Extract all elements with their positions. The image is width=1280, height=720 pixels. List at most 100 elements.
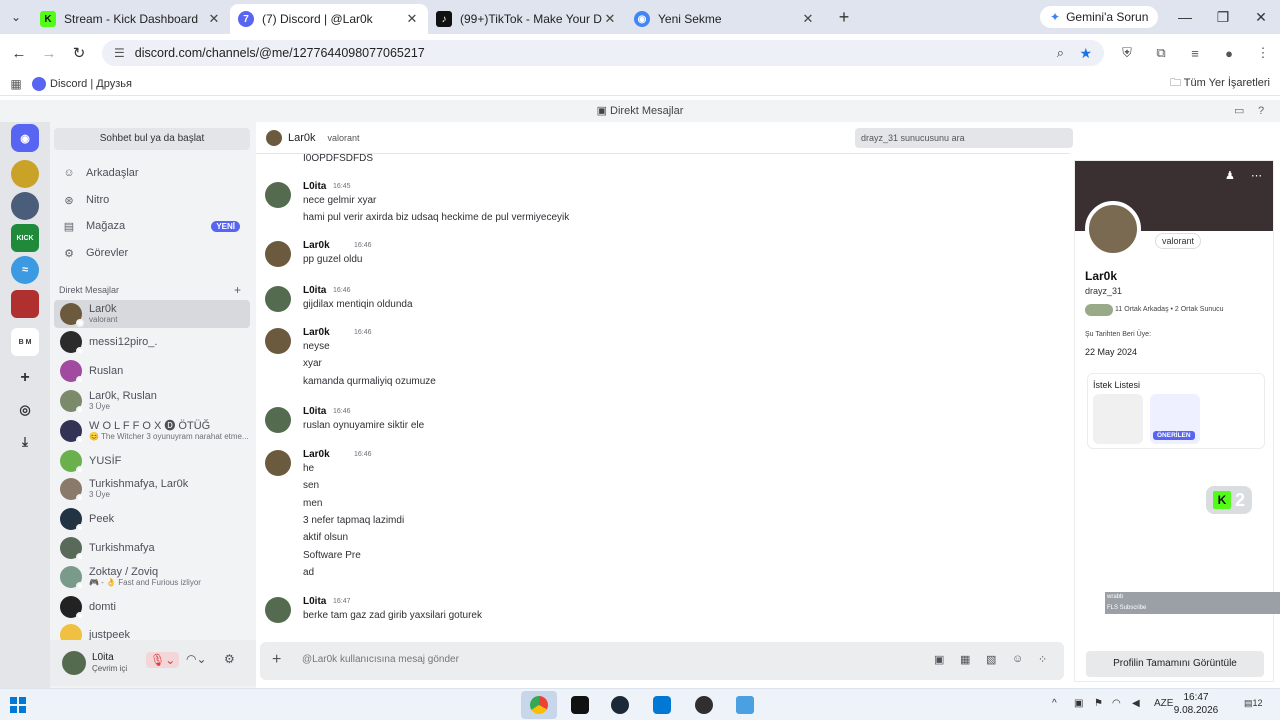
message-author[interactable]: L0ita [303, 285, 326, 296]
new-tab-button[interactable]: + [832, 7, 856, 28]
server-icon[interactable] [11, 192, 39, 220]
sticker-icon[interactable]: ▧ [986, 653, 996, 666]
bookmark-discord[interactable]: Discord | Друзья [32, 76, 132, 91]
avatar[interactable] [62, 651, 86, 675]
minimize-button[interactable]: — [1166, 0, 1204, 34]
close-tab-icon[interactable]: ✕ [800, 11, 816, 27]
zoom-icon[interactable]: ⌕ [1057, 45, 1064, 61]
wishlist-item[interactable] [1093, 394, 1143, 444]
download-icon[interactable]: ⤓ [11, 428, 39, 456]
apps-icon[interactable]: ▦ [0, 77, 32, 91]
tray-chevron-icon[interactable]: ^ [1052, 698, 1057, 709]
add-server-icon[interactable]: + [11, 364, 39, 392]
avatar[interactable] [265, 241, 291, 267]
bookmark-star-icon[interactable]: ★ [1079, 45, 1092, 62]
avatar[interactable] [265, 407, 291, 433]
gif-icon[interactable]: ▦ [960, 653, 970, 666]
dm-item[interactable]: Ruslan [54, 357, 250, 385]
tab-tiktok[interactable]: ♪ (99+)TikTok - Make Your Day ✕ [428, 4, 626, 34]
inbox-icon[interactable]: ▭ [1234, 100, 1244, 122]
message-author[interactable]: Lar0k [303, 327, 330, 338]
server-folder-icon[interactable] [11, 290, 39, 318]
tab-new[interactable]: ◉ Yeni Sekme ✕ [626, 4, 824, 34]
explore-icon[interactable]: ◎ [11, 396, 39, 424]
maximize-button[interactable]: ❐ [1204, 0, 1242, 34]
server-icon[interactable] [11, 160, 39, 188]
nav-quests[interactable]: ⚙ Görevler [54, 240, 250, 266]
add-friend-icon[interactable]: ♟ [1225, 169, 1235, 182]
dm-item[interactable]: messi12piro_. [54, 328, 250, 356]
tab-search-icon[interactable]: ⌄ [0, 10, 32, 24]
dm-item[interactable]: Lar0k valorant [54, 300, 250, 328]
nav-shop[interactable]: ▤ Mağaza YENİ [54, 213, 250, 239]
dm-item[interactable]: YUSİF [54, 447, 250, 475]
notifications-icon[interactable]: ▤12 [1244, 698, 1263, 709]
site-info-icon[interactable]: ☰ [114, 46, 125, 60]
tab-kick[interactable]: K Stream - Kick Dashboard ✕ [32, 4, 230, 34]
message-author[interactable]: Lar0k [303, 449, 330, 460]
mute-mic-icon[interactable]: 🎙⌄ [146, 652, 180, 668]
message-author[interactable]: L0ita [303, 181, 326, 192]
tray-icon[interactable]: ▣ [1074, 698, 1083, 709]
avatar[interactable] [265, 328, 291, 354]
tab-discord[interactable]: 7 (7) Discord | @Lar0k ✕ [230, 4, 428, 34]
message-author[interactable]: L0ita [303, 406, 326, 417]
all-bookmarks[interactable]: 🗀 Tüm Yer İşaretleri [1170, 74, 1270, 93]
shield-extension-icon[interactable]: ⛨ [1110, 45, 1144, 61]
settings-gear-icon[interactable]: ⚙ [224, 652, 235, 666]
help-icon[interactable]: ? [1258, 100, 1264, 122]
nav-friends[interactable]: ☺ Arkadaşlar [54, 160, 250, 186]
avatar[interactable] [265, 450, 291, 476]
avatar[interactable] [265, 286, 291, 312]
message-author[interactable]: L0ita [303, 596, 326, 607]
add-attachment-icon[interactable]: + [272, 651, 281, 669]
mutual-info[interactable]: 11 Ortak Arkadaş • 2 Ortak Sunucu [1115, 306, 1224, 313]
kick-server-icon[interactable]: KICK [11, 224, 39, 252]
create-dm-icon[interactable]: + [234, 283, 241, 297]
close-window-button[interactable]: ✕ [1242, 0, 1280, 34]
back-button[interactable]: ← [4, 45, 34, 62]
headset-icon[interactable]: ◠⌄ [186, 652, 207, 666]
obs-taskbar-icon[interactable] [686, 691, 722, 719]
dm-item[interactable]: Lar0k, Ruslan 3 Üye [54, 387, 250, 415]
server-search-input[interactable]: drayz_31 sunucusunu ara [855, 128, 1073, 148]
dm-item[interactable]: Zoktay / Zoviq 🎮 - 👌 Fast and Furious izl… [54, 563, 250, 591]
apps-icon[interactable]: ⁘ [1038, 653, 1047, 666]
clock[interactable]: 16:47 9.08.2026 [1172, 691, 1220, 717]
vscode-taskbar-icon[interactable] [644, 691, 680, 719]
message-composer[interactable]: + @Lar0k kullanıcısına mesaj gönder ▣ ▦ … [260, 642, 1064, 680]
message-input[interactable]: @Lar0k kullanıcısına mesaj gönder [302, 654, 459, 665]
dm-item[interactable]: Peek [54, 505, 250, 533]
find-conversation-button[interactable]: Sohbet bul ya da başlat [54, 128, 250, 150]
address-bar[interactable]: ☰ discord.com/channels/@me/1277644098077… [102, 40, 1104, 66]
server-icon[interactable]: ≈ [11, 256, 39, 284]
wifi-icon[interactable]: ◠ [1112, 698, 1121, 709]
close-tab-icon[interactable]: ✕ [602, 11, 618, 27]
steam-taskbar-icon[interactable] [602, 691, 638, 719]
nav-nitro[interactable]: ⊛ Nitro [54, 187, 250, 213]
gift-icon[interactable]: ▣ [934, 653, 944, 666]
media-icon[interactable]: ≡ [1178, 46, 1212, 61]
gemini-button[interactable]: ✦ Gemini'a Sorun [1040, 6, 1159, 28]
dm-item[interactable]: W O L F F O X 🅓 ÖTÜĞ 😊 The Witcher 3 oyun… [54, 417, 250, 445]
chrome-taskbar-icon[interactable] [521, 691, 557, 719]
avatar[interactable] [265, 597, 291, 623]
dm-item[interactable]: Turkishmafya [54, 534, 250, 562]
app-taskbar-icon[interactable] [727, 691, 763, 719]
windows-start-icon[interactable] [10, 697, 26, 713]
extensions-icon[interactable]: ⧉ [1144, 45, 1178, 61]
emoji-icon[interactable]: ☺ [1012, 653, 1023, 665]
more-options-icon[interactable]: ⋯ [1251, 169, 1262, 182]
avatar[interactable] [265, 182, 291, 208]
tray-icon[interactable]: ⚑ [1094, 698, 1103, 709]
close-tab-icon[interactable]: ✕ [404, 11, 420, 27]
dm-item[interactable]: Turkishmafya, Lar0k 3 Üye [54, 475, 250, 503]
dm-item[interactable]: domti [54, 593, 250, 621]
language-indicator[interactable]: AZE [1154, 698, 1173, 709]
close-tab-icon[interactable]: ✕ [206, 11, 222, 27]
view-full-profile-button[interactable]: Profilin Tamamını Görüntüle [1086, 651, 1264, 677]
forward-button[interactable]: → [34, 45, 64, 62]
volume-icon[interactable]: ◀ [1132, 698, 1140, 709]
capcut-taskbar-icon[interactable] [562, 691, 598, 719]
discord-home-icon[interactable]: ◉ [11, 124, 39, 152]
